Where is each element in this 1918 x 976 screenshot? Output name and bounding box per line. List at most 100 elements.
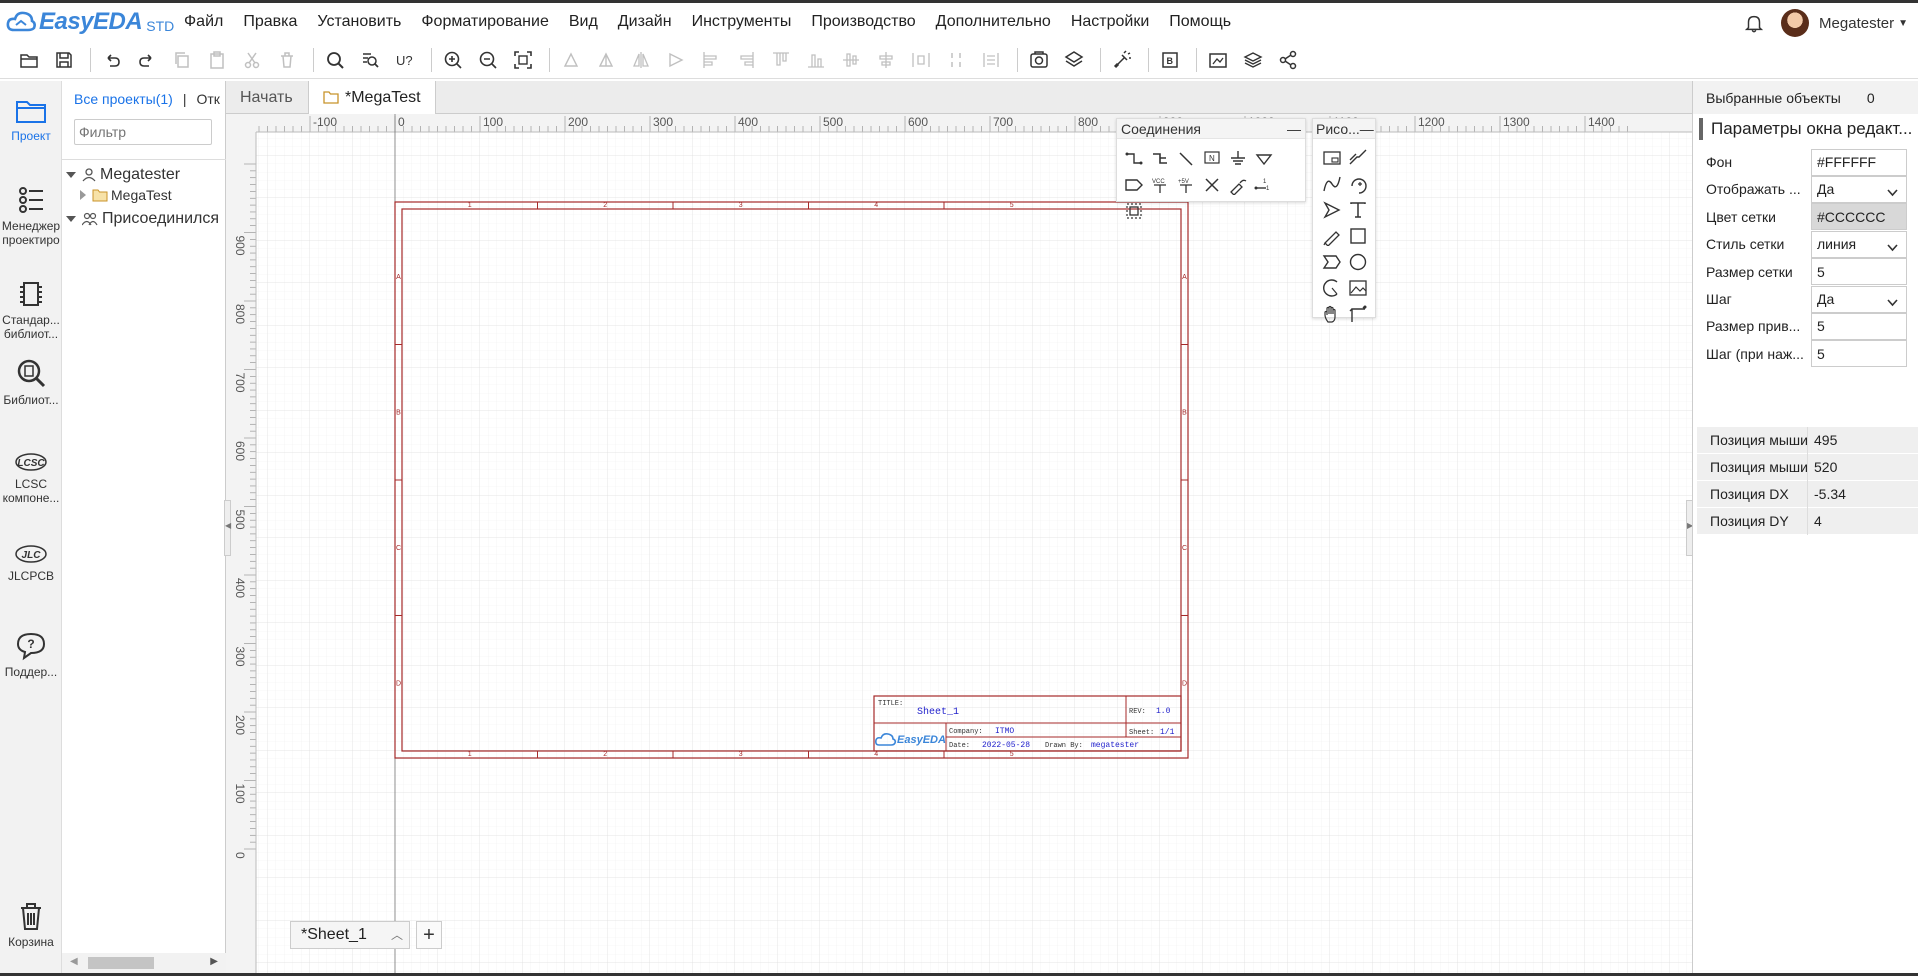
net-label-icon[interactable]: N <box>1199 146 1225 172</box>
menu-item[interactable]: Установить <box>317 13 401 31</box>
layers-icon[interactable] <box>1059 45 1089 75</box>
annotate-icon[interactable] <box>1107 45 1137 75</box>
scroll-right-icon[interactable]: ▶ <box>210 956 218 967</box>
tree-item-project[interactable]: MegaTest <box>80 187 172 203</box>
tab-all-projects[interactable]: Все проекты(1) <box>74 91 173 107</box>
bell-icon[interactable] <box>1743 12 1765 34</box>
ucode-icon[interactable]: U? <box>390 45 420 75</box>
polyline-icon[interactable] <box>1345 145 1371 171</box>
property-select[interactable]: линия <box>1811 230 1907 258</box>
minimize-icon[interactable]: — <box>1287 121 1301 137</box>
bus-entry-icon[interactable] <box>1173 146 1199 172</box>
netflag-vcc-text-icon[interactable]: VCC <box>1147 172 1173 198</box>
pie-icon[interactable] <box>1319 275 1345 301</box>
save-icon[interactable] <box>49 45 79 75</box>
group-ungroup-icon[interactable] <box>1121 198 1147 224</box>
nav-item-library[interactable]: Библиот... <box>0 357 62 407</box>
image-icon[interactable] <box>1345 275 1371 301</box>
scroll-thumb[interactable] <box>88 957 154 969</box>
drag-icon[interactable] <box>1345 301 1371 327</box>
text-icon[interactable] <box>1345 197 1371 223</box>
menu-item[interactable]: Файл <box>184 13 223 31</box>
zoom-out-icon[interactable] <box>473 45 503 75</box>
polygon-icon[interactable] <box>1319 249 1345 275</box>
rotate-left-icon[interactable] <box>556 45 586 75</box>
netflag-5v-icon[interactable]: +5V <box>1173 172 1199 198</box>
canvas-svg[interactable]: -100010020030040050060070080090010001100… <box>226 114 1692 976</box>
netport-icon[interactable] <box>1121 172 1147 198</box>
open-file-icon[interactable] <box>14 45 44 75</box>
menu-item[interactable]: Правка <box>243 13 297 31</box>
import-icon[interactable] <box>1203 45 1233 75</box>
nav-item-lcsc[interactable]: LCSC LCSC компоне... <box>0 451 62 505</box>
property-select[interactable]: Да <box>1811 175 1907 203</box>
property-select[interactable]: Да <box>1811 285 1907 313</box>
no-connect-icon[interactable] <box>1199 172 1225 198</box>
bezier-icon[interactable] <box>1319 171 1345 197</box>
netflag-gnd-icon[interactable] <box>1225 146 1251 172</box>
tree-item-owner[interactable]: Megatester <box>66 166 180 184</box>
scroll-left-icon[interactable]: ◀ <box>70 956 78 967</box>
menu-item[interactable]: Дизайн <box>618 13 672 31</box>
bom-icon[interactable]: B <box>1155 45 1185 75</box>
expand-icon[interactable] <box>66 172 76 178</box>
nav-item-jlcpcb[interactable]: JLC JLCPCB <box>0 543 62 583</box>
zoom-in-icon[interactable] <box>438 45 468 75</box>
distribute-h-icon[interactable] <box>906 45 936 75</box>
tab-megatest[interactable]: *MegaTest <box>308 81 436 114</box>
chevron-down-icon[interactable]: ▼ <box>1898 18 1908 29</box>
nav-item-design-manager[interactable]: Менеджер проектиро <box>0 185 62 247</box>
menu-item[interactable]: Вид <box>569 13 598 31</box>
align-h-center-icon[interactable] <box>836 45 866 75</box>
nav-item-support[interactable]: ? Поддер... <box>0 631 62 679</box>
property-input[interactable]: #FFFFFF <box>1811 148 1907 176</box>
rectangle-icon[interactable] <box>1345 223 1371 249</box>
add-sheet-button[interactable]: + <box>416 921 442 949</box>
share-icon[interactable] <box>1273 45 1303 75</box>
voltage-probe-icon[interactable] <box>1225 172 1251 198</box>
rotate-right-icon[interactable] <box>591 45 621 75</box>
section-title[interactable]: Параметры окна редакт... <box>1693 116 1918 142</box>
align-top-icon[interactable] <box>766 45 796 75</box>
undo-icon[interactable] <box>97 45 127 75</box>
align-left-icon[interactable] <box>696 45 726 75</box>
menu-item[interactable]: Дополнительно <box>936 13 1051 31</box>
collapse-icon[interactable] <box>80 190 86 200</box>
align-right-icon[interactable] <box>731 45 761 75</box>
group-icon[interactable] <box>976 45 1006 75</box>
arrow-icon[interactable] <box>1319 197 1345 223</box>
minimize-icon[interactable]: — <box>1360 121 1374 137</box>
property-input[interactable]: #CCCCCC <box>1811 203 1907 231</box>
distribute-v-icon[interactable] <box>941 45 971 75</box>
export-image-icon[interactable] <box>1024 45 1054 75</box>
copy-icon[interactable] <box>167 45 197 75</box>
menu-item[interactable]: Настройки <box>1071 13 1149 31</box>
project-filter-input[interactable] <box>74 119 212 145</box>
layer-manager-icon[interactable] <box>1238 45 1268 75</box>
tree-item-joined[interactable]: Присоединился <box>66 210 219 228</box>
delete-icon[interactable] <box>272 45 302 75</box>
app-logo[interactable]: EasyEDA STD <box>6 8 176 36</box>
flip-v-icon[interactable] <box>661 45 691 75</box>
wiring-panel-header[interactable]: Соединения — <box>1117 119 1305 139</box>
tab-open-projects[interactable]: Отк <box>196 91 219 107</box>
redo-icon[interactable] <box>132 45 162 75</box>
circle-icon[interactable] <box>1345 249 1371 275</box>
cut-icon[interactable] <box>237 45 267 75</box>
menu-item[interactable]: Помощь <box>1169 13 1231 31</box>
paste-icon[interactable] <box>202 45 232 75</box>
search-icon[interactable] <box>320 45 350 75</box>
hand-icon[interactable] <box>1319 301 1345 327</box>
line-icon[interactable] <box>1319 145 1345 171</box>
pin-icon[interactable]: 11 <box>1251 172 1277 198</box>
flip-h-icon[interactable] <box>626 45 656 75</box>
horizontal-scrollbar[interactable]: ◀ ▶ <box>62 953 226 973</box>
align-bottom-icon[interactable] <box>801 45 831 75</box>
wire-icon[interactable] <box>1121 146 1147 172</box>
menu-item[interactable]: Производство <box>811 13 915 31</box>
chevron-up-icon[interactable]: ︿ <box>391 926 403 943</box>
user-name[interactable]: Megatester <box>1819 15 1894 32</box>
drawing-panel-header[interactable]: Рисо... — <box>1313 119 1375 139</box>
expand-icon[interactable] <box>66 216 76 222</box>
property-input[interactable]: 5 <box>1811 258 1907 286</box>
